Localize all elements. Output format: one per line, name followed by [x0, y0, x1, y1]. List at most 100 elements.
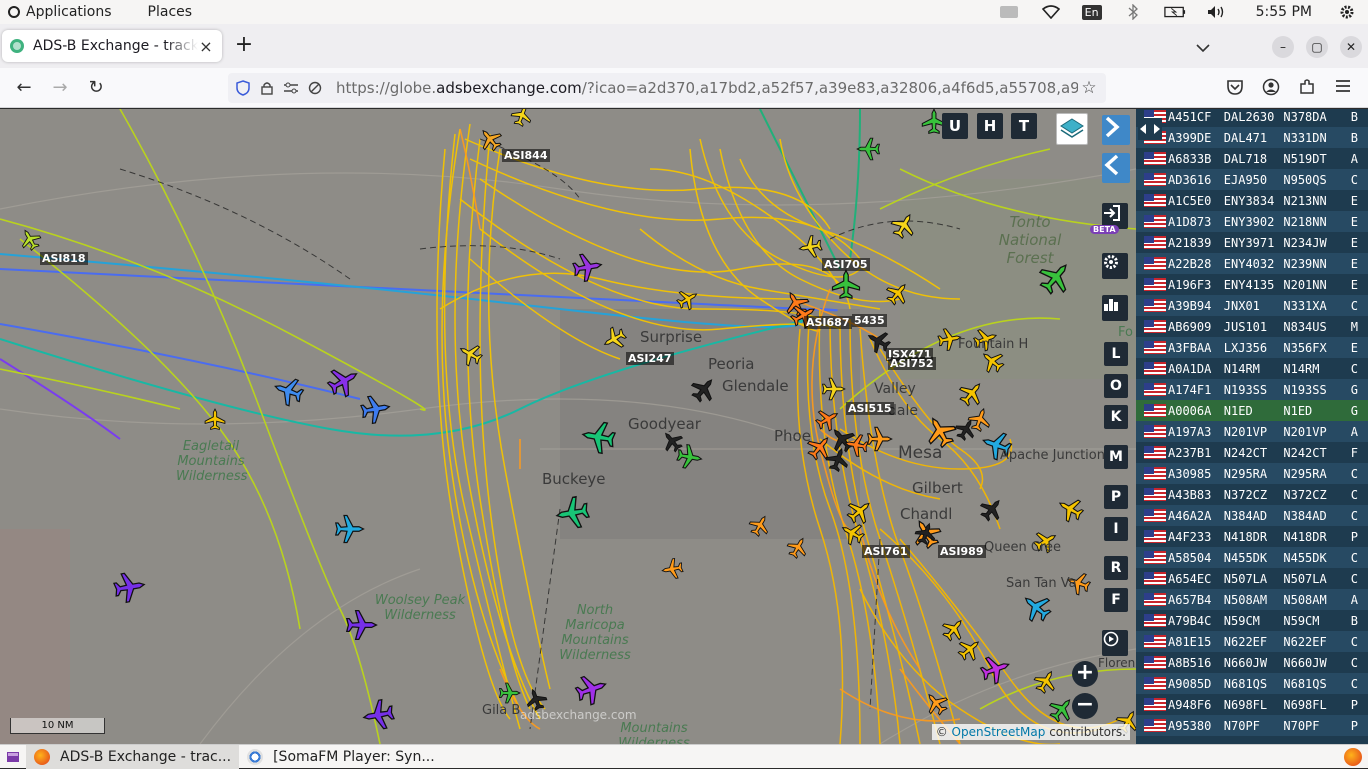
table-row[interactable]: A43B83 N372CZ N372CZ C	[1136, 484, 1368, 505]
wifi-icon[interactable]	[1040, 4, 1062, 20]
table-row[interactable]: A95380 N70PF N70PF P	[1136, 715, 1368, 736]
permissions-icon[interactable]	[282, 79, 300, 97]
hamburger-menu-icon[interactable]	[1334, 78, 1354, 98]
toggle-t-button[interactable]: T	[1011, 113, 1037, 139]
aircraft-label[interactable]: ASI515	[846, 402, 894, 415]
settings-button[interactable]	[1102, 253, 1128, 279]
cell-reg: N834US	[1283, 319, 1327, 334]
toggle-o-button[interactable]: O	[1104, 374, 1128, 398]
bluetooth-icon[interactable]	[1122, 4, 1144, 20]
table-row[interactable]: A58504 N455DK N455DK C	[1136, 547, 1368, 568]
table-row[interactable]: A8B516 N660JW N660JW C	[1136, 652, 1368, 673]
table-row[interactable]: A1C5E0 ENY3834 N213NN E	[1136, 190, 1368, 211]
system-settings-icon[interactable]	[1336, 4, 1358, 20]
toggle-p-button[interactable]: P	[1104, 485, 1128, 509]
table-row[interactable]: AD3616 EJA950 N950QS C	[1136, 169, 1368, 190]
url-text[interactable]: https://globe.adsbexchange.com/?icao=a2d…	[336, 79, 1078, 97]
toggle-f-button[interactable]: F	[1104, 588, 1128, 612]
firefox-tray-icon[interactable]	[1344, 748, 1362, 766]
table-row[interactable]: A657B4 N508AM N508AM A	[1136, 589, 1368, 610]
zoom-out-button[interactable]: −	[1072, 693, 1098, 719]
aircraft-label[interactable]: ASI687	[804, 316, 852, 329]
aircraft-label[interactable]: ASI818	[40, 252, 88, 265]
tab-adsb-exchange[interactable]: ADS-B Exchange - track a ×	[2, 30, 222, 62]
blocked-autoplay-icon[interactable]	[306, 79, 324, 97]
toggle-m-button[interactable]: M	[1104, 445, 1128, 469]
taskbar-item-somafm[interactable]: [SomaFM Player: Syn...	[239, 745, 443, 769]
table-row[interactable]: A6833B DAL718 N519DT A	[1136, 148, 1368, 169]
extensions-icon[interactable]	[1298, 78, 1318, 98]
table-row[interactable]: A39B94 JNX01 N331XA C	[1136, 295, 1368, 316]
table-row[interactable]: A4F233 N418DR N418DR P	[1136, 526, 1368, 547]
zoom-in-button[interactable]: +	[1072, 661, 1098, 687]
table-row[interactable]: A1D873 ENY3902 N218NN E	[1136, 211, 1368, 232]
aircraft-label[interactable]: ASI844	[502, 149, 550, 162]
collapse-sidebar-button[interactable]	[1102, 153, 1130, 183]
battery-icon[interactable]	[1163, 4, 1186, 20]
clock[interactable]: 5:55 PM	[1256, 4, 1312, 20]
table-row[interactable]: A30985 N295RA N295RA C	[1136, 463, 1368, 484]
account-icon[interactable]	[1262, 78, 1282, 98]
table-row[interactable]: A451CF DAL2630 N378DA B	[1136, 109, 1368, 127]
keyboard-layout-indicator[interactable]: En	[1081, 4, 1102, 20]
table-row[interactable]: A21839 ENY3971 N234JW E	[1136, 232, 1368, 253]
table-resize-handle[interactable]	[1138, 118, 1162, 140]
tab-close-icon[interactable]: ×	[198, 37, 214, 56]
tray-app-icon[interactable]	[998, 4, 1020, 20]
table-row[interactable]: A46A2A N384AD N384AD C	[1136, 505, 1368, 526]
bookmark-star-icon[interactable]: ☆	[1078, 78, 1100, 98]
forward-arrow-icon[interactable]: →	[48, 76, 72, 100]
stats-button[interactable]	[1102, 295, 1128, 321]
map-layers-button[interactable]	[1056, 113, 1088, 145]
pocket-icon[interactable]	[1226, 78, 1246, 98]
aircraft-label[interactable]: ASI761	[862, 545, 910, 558]
reload-icon[interactable]: ↻	[84, 76, 108, 100]
table-row[interactable]: A174F1 N193SS N193SS G	[1136, 379, 1368, 400]
toggle-r-button[interactable]: R	[1104, 556, 1128, 580]
toggle-l-button[interactable]: L	[1104, 342, 1128, 366]
table-row[interactable]: A196F3 ENY4135 N201NN E	[1136, 274, 1368, 295]
table-row[interactable]: A22B28 ENY4032 N239NN E	[1136, 253, 1368, 274]
aircraft-table[interactable]: A451CF DAL2630 N378DA B A399DE DAL471 N331DN B A…	[1136, 109, 1368, 744]
applications-menu[interactable]: Applications	[8, 4, 122, 20]
toggle-h-button[interactable]: H	[977, 113, 1003, 139]
table-row[interactable]: A79B4C N59CM N59CM B	[1136, 610, 1368, 631]
table-row[interactable]: A81E15 N622EF N622EF C	[1136, 631, 1368, 652]
table-row[interactable]: A654EC N507LA N507LA C	[1136, 568, 1368, 589]
table-row[interactable]: A197A3 N201VP N201VP A	[1136, 421, 1368, 442]
list-all-tabs-chevron-icon[interactable]	[1196, 38, 1214, 56]
toggle-u-button[interactable]: U	[942, 113, 968, 139]
aircraft-label[interactable]: ASI247	[626, 352, 674, 365]
minimize-window-button[interactable]: –	[1272, 36, 1294, 58]
flight-map[interactable]: Tonto National Forest Eagletail Mountain…	[0, 109, 1136, 744]
show-desktop-button[interactable]	[0, 745, 26, 769]
replay-button[interactable]	[1102, 630, 1128, 656]
table-row[interactable]: A0A1DA N14RM N14RM C	[1136, 358, 1368, 379]
places-menu[interactable]: Places	[148, 4, 203, 20]
tracking-protection-shield-icon[interactable]	[234, 79, 252, 97]
toggle-k-button[interactable]: K	[1104, 405, 1128, 429]
table-row[interactable]: A0006A N1ED N1ED G	[1136, 400, 1368, 421]
aircraft-label[interactable]: 5435	[852, 314, 887, 327]
volume-icon[interactable]	[1206, 4, 1228, 20]
close-window-button[interactable]: ✕	[1340, 36, 1362, 58]
cell-hex: A948F6	[1168, 697, 1212, 712]
table-row[interactable]: A237B1 N242CT N242CT F	[1136, 442, 1368, 463]
taskbar-item-adsb[interactable]: ADS-B Exchange - trac...	[26, 744, 240, 769]
openstreetmap-link[interactable]: OpenStreetMap	[952, 725, 1046, 739]
expand-sidebar-button[interactable]	[1102, 115, 1130, 145]
new-tab-button[interactable]: +	[232, 34, 256, 58]
table-row[interactable]: A399DE DAL471 N331DN B	[1136, 127, 1368, 148]
table-row[interactable]: AB6909 JUS101 N834US M	[1136, 316, 1368, 337]
table-row[interactable]: A9085D N681QS N681QS C	[1136, 673, 1368, 694]
aircraft-label[interactable]: ASI989	[938, 545, 986, 558]
lock-icon[interactable]	[258, 79, 276, 97]
maximize-window-button[interactable]: ▢	[1306, 36, 1328, 58]
table-row[interactable]: A948F6 N698FL N698FL P	[1136, 694, 1368, 715]
aircraft-label[interactable]: ASI705	[822, 258, 870, 271]
back-arrow-icon[interactable]: ←	[12, 76, 36, 100]
toggle-i-button[interactable]: I	[1104, 517, 1128, 541]
url-bar[interactable]: https://globe.adsbexchange.com/?icao=a2d…	[228, 73, 1106, 103]
aircraft-label[interactable]: ASI752	[888, 357, 936, 370]
table-row[interactable]: A3FBAA LXJ356 N356FX E	[1136, 337, 1368, 358]
